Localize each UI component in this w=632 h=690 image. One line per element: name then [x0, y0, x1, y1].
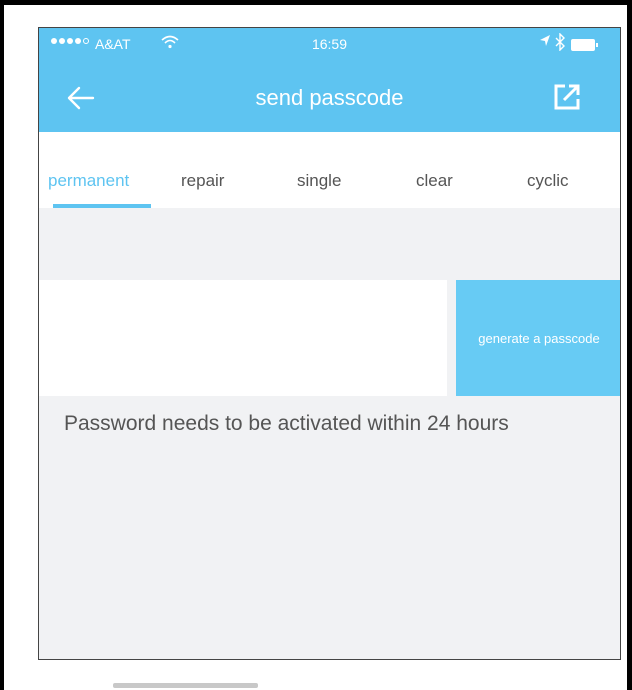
tab-cyclic[interactable]: cyclic [527, 171, 569, 191]
location-arrow-icon [539, 34, 551, 51]
activation-notice: Password needs to be activated within 24… [64, 412, 509, 435]
tab-permanent[interactable]: permanent [48, 171, 129, 191]
status-bar: A&AT 16:59 [39, 28, 620, 64]
page-title: send passcode [255, 85, 404, 110]
phone-screen: A&AT 16:59 send passcode permanent repai… [38, 27, 621, 660]
tab-single[interactable]: single [297, 171, 341, 191]
status-time: 16:59 [311, 36, 348, 52]
spacer [39, 208, 620, 280]
tab-clear[interactable]: clear [416, 171, 453, 191]
navbar: send passcode [39, 76, 620, 124]
tab-repair[interactable]: repair [181, 171, 224, 191]
passcode-type-tabs: permanent repair single clear cyclic [39, 132, 620, 208]
horizontal-scrollbar[interactable] [113, 683, 258, 688]
battery-icon [571, 39, 598, 51]
header: A&AT 16:59 send passcode [39, 28, 620, 132]
generate-passcode-button[interactable]: generate a passcode [456, 280, 620, 396]
share-icon[interactable] [552, 82, 582, 112]
bluetooth-icon [555, 32, 565, 54]
passcode-input[interactable] [39, 280, 447, 396]
